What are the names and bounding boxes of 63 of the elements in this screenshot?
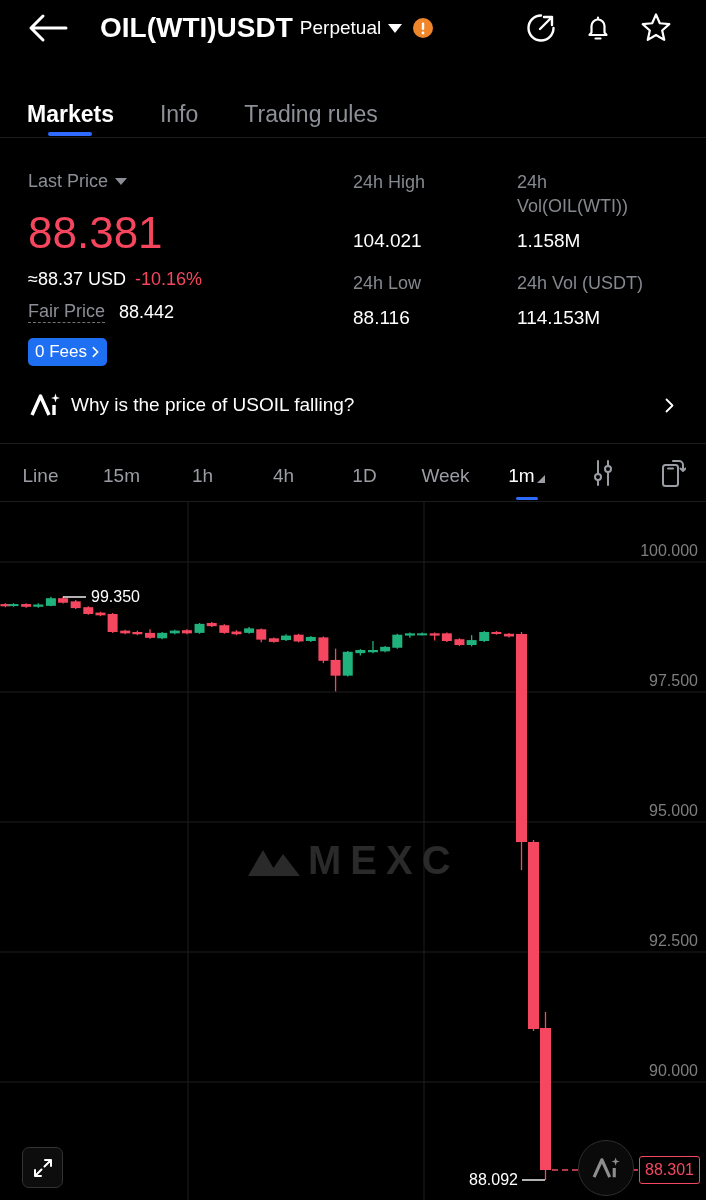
interval-tab[interactable]: 1h bbox=[162, 444, 243, 501]
back-arrow-icon[interactable] bbox=[28, 13, 68, 43]
price-change: -10.16% bbox=[134, 268, 202, 290]
fees-button[interactable]: 0 Fees bbox=[28, 338, 107, 366]
candle bbox=[293, 633, 304, 643]
interval-tab[interactable]: 1m bbox=[486, 444, 567, 501]
stat-value: 104.021 bbox=[353, 229, 423, 253]
ai-assistant-button[interactable] bbox=[578, 1140, 634, 1196]
axis-label: 97.500 bbox=[649, 671, 698, 691]
stat-label: 24h Vol(OIL(WTI)) bbox=[517, 171, 629, 218]
axis-label: 100.000 bbox=[640, 541, 698, 561]
stat-label: 24h Low bbox=[353, 272, 423, 295]
high-price-label: 99.350 bbox=[91, 587, 140, 607]
expand-icon bbox=[32, 1157, 53, 1178]
last-price-tag: 88.301 bbox=[639, 1156, 700, 1184]
candle bbox=[70, 599, 81, 610]
last-price-selector[interactable]: Last Price bbox=[28, 170, 128, 192]
low-price-label: 88.092 bbox=[469, 1170, 518, 1190]
candle bbox=[145, 628, 155, 640]
candle bbox=[466, 634, 477, 648]
stat-label: 24h Vol (USDT) bbox=[517, 272, 645, 295]
candle bbox=[454, 637, 465, 647]
sliders-icon[interactable] bbox=[593, 459, 613, 486]
leader-line bbox=[521, 1179, 546, 1181]
fullscreen-button[interactable] bbox=[22, 1147, 63, 1188]
caret-down-icon bbox=[115, 177, 128, 185]
axis-label: 90.000 bbox=[649, 1061, 698, 1081]
interval-tab[interactable]: 4h bbox=[243, 444, 324, 501]
fair-price: 88.442 bbox=[119, 301, 175, 323]
usd-price: ≈88.37 USD bbox=[28, 268, 126, 290]
interval-tab[interactable]: 1D bbox=[324, 444, 405, 501]
last-price: 88.381 bbox=[28, 208, 163, 258]
interval-tab[interactable]: Week bbox=[405, 444, 486, 501]
share-icon[interactable] bbox=[526, 13, 556, 43]
phone-rotate-icon[interactable] bbox=[661, 458, 686, 487]
interval-tab[interactable]: Line bbox=[0, 444, 81, 501]
tab[interactable]: Markets bbox=[27, 56, 114, 137]
candle bbox=[504, 632, 514, 639]
axis-label: 95.000 bbox=[649, 801, 698, 821]
candle bbox=[281, 633, 292, 642]
interval-tab[interactable]: 15m bbox=[81, 444, 162, 501]
stat-value: 114.153M bbox=[517, 306, 602, 330]
warning-icon[interactable] bbox=[413, 18, 434, 38]
star-icon[interactable] bbox=[640, 12, 672, 44]
corner-triangle-icon bbox=[536, 475, 545, 483]
candle bbox=[58, 595, 69, 605]
pair-title: OIL(WTI)USDT bbox=[100, 11, 293, 45]
candle bbox=[441, 631, 452, 643]
chevron-right-icon bbox=[665, 397, 674, 413]
chevron-right-icon bbox=[92, 346, 99, 358]
contract-type-selector[interactable]: Perpetual bbox=[299, 16, 403, 40]
ai-sparkle-icon bbox=[30, 393, 60, 417]
stat-value: 1.158M bbox=[517, 229, 582, 253]
caret-down-icon bbox=[388, 23, 403, 33]
ai-question-link[interactable]: Why is the price of USOIL falling? bbox=[0, 385, 706, 425]
axis-label: 92.500 bbox=[649, 931, 698, 951]
fair-price-label[interactable]: Fair Price bbox=[28, 301, 105, 323]
tab[interactable]: Info bbox=[159, 56, 199, 137]
ai-sparkle-icon bbox=[592, 1157, 620, 1179]
leader-line bbox=[62, 596, 87, 598]
stat-label: 24h High bbox=[353, 171, 427, 194]
stat-value: 88.116 bbox=[353, 306, 411, 330]
tab[interactable]: Trading rules bbox=[244, 56, 378, 137]
